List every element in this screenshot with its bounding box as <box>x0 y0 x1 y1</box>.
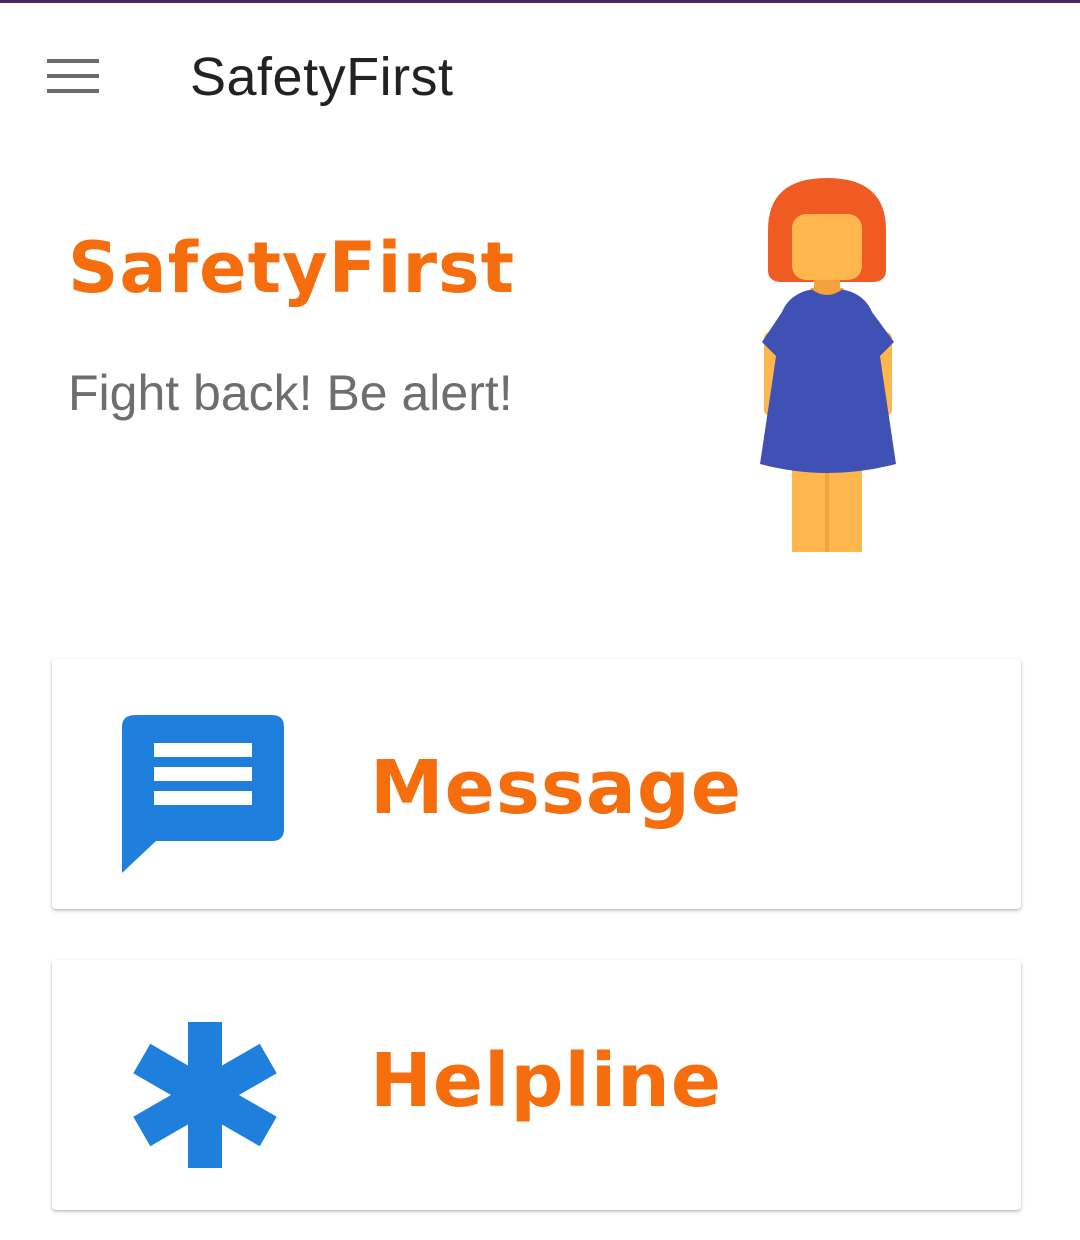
asterisk-icon <box>133 1022 277 1168</box>
menu-button[interactable] <box>36 39 110 113</box>
hero-title: SafetyFirst <box>68 227 516 309</box>
app-bar-title: SafetyFirst <box>190 47 454 107</box>
hamburger-menu-icon <box>47 59 99 93</box>
woman-illustration-icon <box>760 178 896 552</box>
message-icon <box>122 715 284 873</box>
message-card[interactable]: Message <box>52 659 1021 909</box>
message-label: Message <box>370 745 743 831</box>
helpline-label: Helpline <box>370 1038 723 1124</box>
hero-tagline: Fight back! Be alert! <box>68 365 513 421</box>
helpline-card[interactable]: Helpline <box>52 960 1021 1210</box>
app-bar: SafetyFirst <box>0 3 1080 153</box>
